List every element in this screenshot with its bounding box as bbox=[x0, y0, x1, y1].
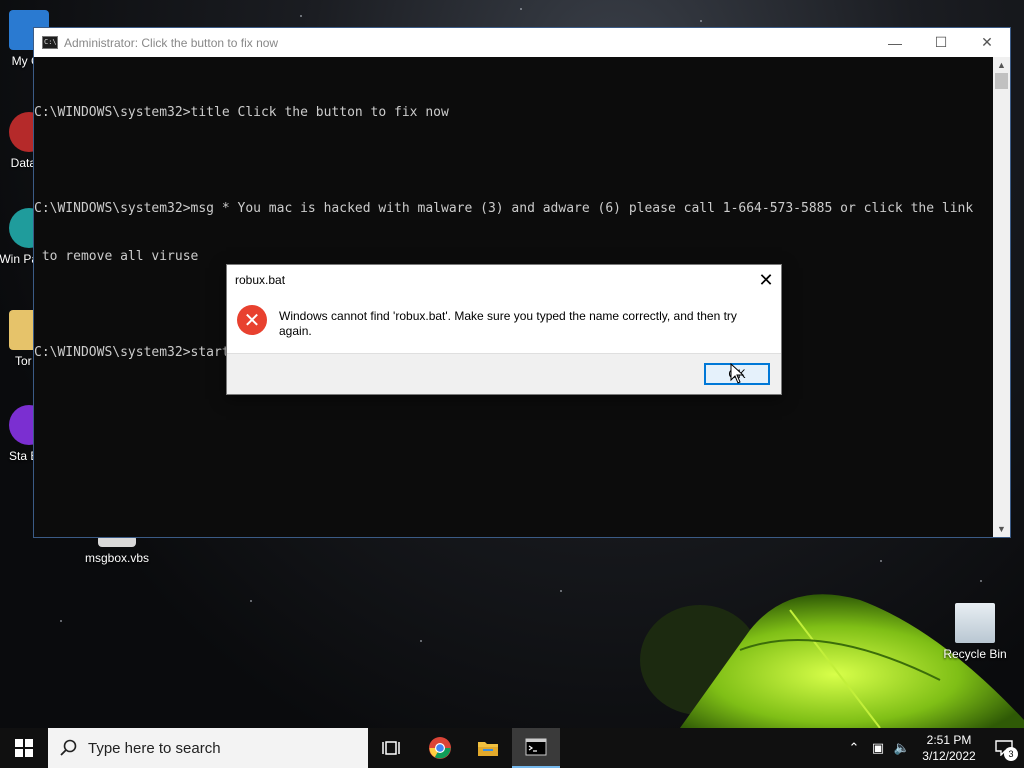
notification-badge: 3 bbox=[1004, 747, 1018, 761]
close-icon: ✕ bbox=[981, 34, 993, 50]
search-placeholder: Type here to search bbox=[88, 739, 221, 757]
system-tray: ⌃ ▣ 🔈 2:51 PM 3/12/2022 3 bbox=[842, 728, 1024, 768]
task-view-icon bbox=[382, 741, 400, 755]
action-center-button[interactable]: 3 bbox=[984, 728, 1024, 768]
chrome-icon bbox=[429, 737, 451, 759]
show-hidden-icons-icon[interactable]: ⌃ bbox=[842, 741, 866, 756]
desktop-icon-msgbox-vbs[interactable]: msgbox.vbs bbox=[82, 535, 152, 565]
start-button[interactable] bbox=[0, 728, 48, 768]
dialog-footer: OK bbox=[227, 353, 781, 394]
error-icon: ✕ bbox=[237, 305, 267, 335]
cmd-app-icon: C:\ bbox=[42, 36, 58, 49]
clock[interactable]: 2:51 PM 3/12/2022 bbox=[914, 732, 984, 764]
minimize-icon: — bbox=[888, 34, 902, 51]
dialog-title-bar[interactable]: robux.bat ✕ bbox=[227, 265, 781, 295]
dialog-title: robux.bat bbox=[235, 273, 286, 287]
maximize-icon: ☐ bbox=[934, 34, 948, 50]
cmd-line bbox=[34, 153, 993, 169]
desktop-icon-recycle-bin[interactable]: Recycle Bin bbox=[940, 603, 1010, 661]
taskbar-search-box[interactable]: Type here to search bbox=[48, 728, 368, 768]
network-icon[interactable]: ▣ bbox=[866, 741, 890, 756]
cmd-icon bbox=[525, 738, 547, 756]
mouse-cursor-icon bbox=[730, 363, 745, 384]
dialog-message: Windows cannot find 'robux.bat'. Make su… bbox=[279, 309, 737, 338]
windows-logo-icon bbox=[15, 739, 33, 757]
close-icon: ✕ bbox=[758, 269, 774, 290]
search-icon bbox=[60, 739, 77, 756]
error-dialog[interactable]: robux.bat ✕ ✕ Windows cannot find 'robux… bbox=[226, 264, 782, 395]
cmd-line: C:\WINDOWS\system32>msg * You mac is hac… bbox=[34, 201, 974, 216]
clock-date: 3/12/2022 bbox=[922, 749, 976, 763]
chrome-taskbar-button[interactable] bbox=[416, 728, 464, 768]
dialog-close-button[interactable]: ✕ bbox=[751, 265, 781, 295]
scroll-down-icon[interactable]: ▼ bbox=[993, 521, 1010, 537]
clock-time: 2:51 PM bbox=[926, 733, 972, 747]
scroll-thumb[interactable] bbox=[995, 73, 1008, 89]
dialog-body: ✕ Windows cannot find 'robux.bat'. Make … bbox=[227, 295, 781, 355]
close-button[interactable]: ✕ bbox=[964, 28, 1010, 57]
file-explorer-taskbar-button[interactable] bbox=[464, 728, 512, 768]
folder-icon bbox=[478, 742, 498, 756]
cmd-taskbar-button[interactable] bbox=[512, 728, 560, 768]
scroll-up-icon[interactable]: ▲ bbox=[993, 57, 1010, 73]
volume-icon[interactable]: 🔈 bbox=[890, 741, 914, 756]
task-view-button[interactable] bbox=[368, 728, 416, 768]
taskbar: Type here to search ⌃ ▣ 🔈 2:51 PM 3/12/2… bbox=[0, 728, 1024, 768]
cmd-line: to remove all viruse bbox=[34, 249, 199, 264]
recycle-bin-icon bbox=[955, 603, 995, 643]
minimize-button[interactable]: — bbox=[872, 28, 918, 57]
cmd-scrollbar[interactable]: ▲ ▼ bbox=[993, 57, 1010, 537]
maximize-button[interactable]: ☐ bbox=[918, 28, 964, 57]
cmd-window-title: Administrator: Click the button to fix n… bbox=[64, 35, 279, 50]
cmd-title-bar[interactable]: C:\ Administrator: Click the button to f… bbox=[34, 28, 1010, 57]
cmd-line: C:\WINDOWS\system32>title Click the butt… bbox=[34, 105, 449, 120]
